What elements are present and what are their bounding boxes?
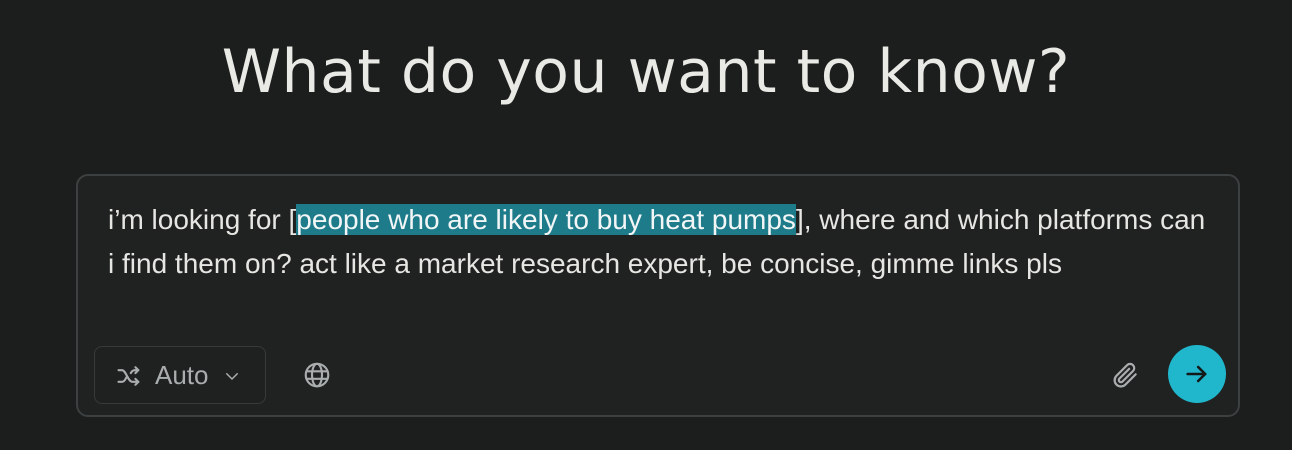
query-text-before: i’m looking for [ <box>108 204 297 235</box>
mode-selector-button[interactable]: Auto <box>94 346 266 404</box>
shuffle-icon <box>117 366 140 386</box>
chevron-down-icon <box>226 373 238 380</box>
query-composer: i’m looking for [people who are likely t… <box>76 174 1240 417</box>
submit-button[interactable] <box>1168 345 1226 403</box>
page-title: What do you want to know? <box>221 37 1071 107</box>
globe-icon[interactable] <box>302 360 332 390</box>
query-input[interactable]: i’m looking for [people who are likely t… <box>108 198 1218 286</box>
arrow-right-icon <box>1186 365 1207 383</box>
mode-label: Auto <box>155 360 209 390</box>
paperclip-icon[interactable] <box>1110 360 1140 390</box>
query-text-selection: people who are likely to buy heat pumps <box>296 204 796 235</box>
